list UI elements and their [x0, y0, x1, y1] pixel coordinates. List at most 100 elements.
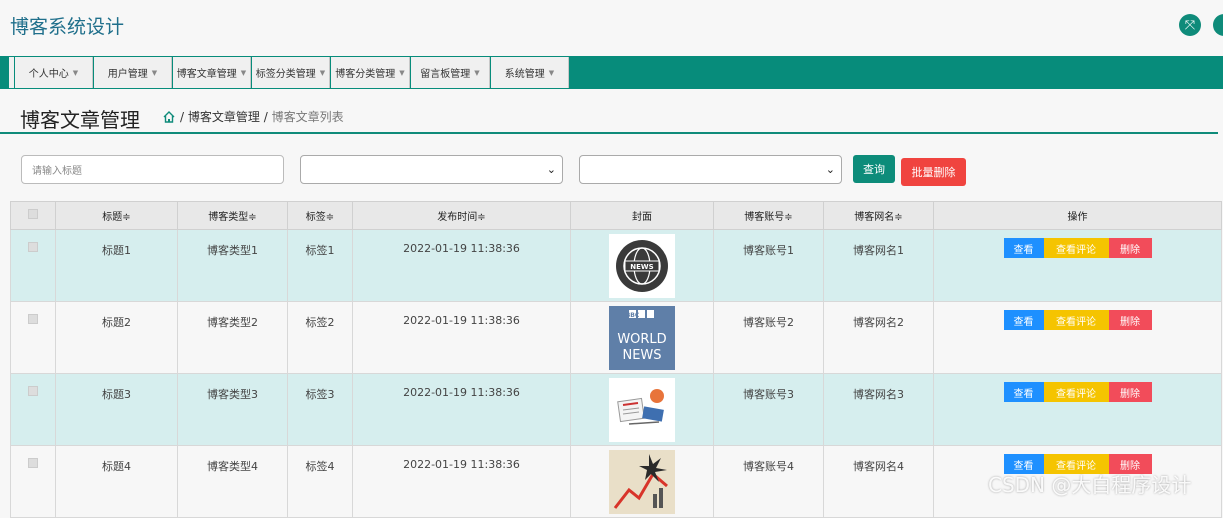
news-globe-icon[interactable]: NEWS — [609, 234, 675, 298]
nav-label: 个人中心 — [28, 69, 69, 80]
row-checkbox[interactable] — [28, 242, 38, 252]
chevron-down-icon: ▼ — [474, 68, 480, 77]
row-checkbox-cell — [10, 445, 56, 518]
chevron-down-icon: ▼ — [319, 68, 326, 77]
title-cell: 标题1 — [55, 229, 178, 302]
view-button[interactable]: 查看 — [1003, 310, 1044, 330]
col-header-nickname[interactable]: 博客网名≑ — [823, 201, 934, 230]
app-header: 博客系统设计 ⤧ — [0, 0, 1223, 56]
col-header-title[interactable]: 标题≑ — [55, 201, 178, 230]
view-comments-button[interactable]: 查看评论 — [1043, 382, 1109, 402]
row-checkbox[interactable] — [28, 458, 38, 468]
cover-cell: BBC WORLD NEWS — [570, 301, 714, 374]
col-header-account[interactable]: 博客账号≑ — [713, 201, 824, 230]
row-checkbox-cell — [10, 229, 56, 302]
nav-label: 博客文章管理 — [176, 69, 237, 80]
breadcrumb-separator: / — [180, 109, 185, 124]
actions-cell: 查看 查看评论 删除 — [933, 301, 1222, 374]
delete-button[interactable]: 删除 — [1108, 238, 1152, 258]
chevron-down-icon: ▼ — [240, 68, 247, 77]
view-comments-button[interactable]: 查看评论 — [1043, 238, 1109, 258]
breadcrumb-section[interactable]: 博客文章管理 — [188, 108, 260, 125]
col-header-tag[interactable]: 标签≑ — [287, 201, 353, 230]
nav-item-article-management[interactable]: 博客文章管理 ▼ — [173, 57, 251, 88]
row-checkbox[interactable] — [28, 386, 38, 396]
query-button[interactable]: 查询 — [853, 155, 895, 183]
cover-cell — [570, 373, 714, 446]
col-header-label: 博客账号 — [744, 212, 785, 223]
publish-time-cell: 2022-01-19 11:38:36 — [352, 373, 571, 446]
account-cell: 博客账号3 — [713, 373, 824, 446]
delete-button[interactable]: 删除 — [1108, 310, 1152, 330]
nav-item-blog-category-management[interactable]: 博客分类管理 ▼ — [331, 57, 410, 88]
nav-item-message-board[interactable]: 留言板管理 ▼ — [411, 57, 490, 88]
publish-time-cell: 2022-01-19 11:38:36 — [352, 229, 571, 302]
nav-label: 博客分类管理 — [335, 69, 396, 80]
table-row: 标题1 博客类型1 标签1 2022-01-19 11:38:36 NEWS 博… — [10, 229, 1222, 302]
actions-cell: 查看 查看评论 删除 — [933, 373, 1222, 446]
nav-lead-edge — [9, 57, 14, 88]
type-cell: 博客类型1 — [177, 229, 288, 302]
col-header-label: 封面 — [632, 212, 652, 223]
svg-text:NEWS: NEWS — [622, 348, 661, 363]
title-divider — [0, 132, 1218, 134]
nav-label: 用户管理 — [107, 69, 148, 80]
nav-label: 标签分类管理 — [255, 69, 316, 80]
actions-cell: 查看 查看评论 删除 — [933, 229, 1222, 302]
col-header-label: 操作 — [1067, 212, 1088, 223]
home-icon[interactable] — [162, 110, 176, 124]
user-menu-icon[interactable] — [1213, 14, 1223, 36]
batch-delete-button[interactable]: 批量删除 — [901, 158, 966, 186]
sort-icon: ≑ — [122, 212, 131, 223]
chevron-down-icon: ▼ — [399, 68, 405, 77]
nickname-cell: 博客网名4 — [823, 445, 934, 518]
bbc-world-news-image[interactable]: BBC WORLD NEWS — [609, 306, 675, 370]
nav-item-personal-center[interactable]: 个人中心 ▼ — [15, 57, 93, 88]
table-row: 标题2 博客类型2 标签2 2022-01-19 11:38:36 BBC WO… — [10, 301, 1222, 374]
col-header-label: 标题 — [102, 212, 123, 223]
view-button[interactable]: 查看 — [1003, 238, 1044, 258]
sort-icon: ≑ — [784, 212, 793, 223]
type-cell: 博客类型4 — [177, 445, 288, 518]
col-header-cover: 封面 — [570, 201, 714, 230]
col-header-actions: 操作 — [933, 201, 1222, 230]
svg-text:BBC: BBC — [626, 312, 640, 319]
delete-button[interactable]: 删除 — [1108, 382, 1152, 402]
fullscreen-icon[interactable]: ⤧ — [1179, 14, 1201, 36]
row-checkbox-cell — [10, 301, 56, 374]
blog-type-select[interactable]: ⌄ — [300, 155, 563, 184]
tag-select[interactable]: ⌄ — [579, 155, 842, 184]
title-cell: 标题3 — [55, 373, 178, 446]
row-checkbox[interactable] — [28, 314, 38, 324]
nav-item-user-management[interactable]: 用户管理 ▼ — [94, 57, 172, 88]
nickname-cell: 博客网名3 — [823, 373, 934, 446]
title-cell: 标题2 — [55, 301, 178, 374]
nickname-cell: 博客网名1 — [823, 229, 934, 302]
chevron-down-icon: ⌄ — [825, 163, 835, 176]
tag-cell: 标签3 — [287, 373, 353, 446]
breadcrumb: / 博客文章管理 / 博客文章列表 — [162, 108, 344, 125]
col-header-publish-time[interactable]: 发布时间≑ — [352, 201, 571, 230]
publish-time-cell: 2022-01-19 11:38:36 — [352, 301, 571, 374]
col-header-label: 标签 — [305, 212, 326, 223]
svg-text:NEWS: NEWS — [630, 263, 653, 271]
breadcrumb-separator: / — [263, 109, 268, 124]
tag-cell: 标签1 — [287, 229, 353, 302]
table-header-row: 标题≑ 博客类型≑ 标签≑ 发布时间≑ 封面 博客账号≑ 博客网名≑ 操作 — [10, 201, 1222, 230]
type-cell: 博客类型3 — [177, 373, 288, 446]
sort-icon: ≑ — [477, 212, 486, 223]
account-cell: 博客账号2 — [713, 301, 824, 374]
nav-item-tag-category-management[interactable]: 标签分类管理 ▼ — [252, 57, 330, 88]
title-search-input[interactable]: 请输入标题 — [21, 155, 284, 184]
nav-item-system-management[interactable]: 系统管理 ▼ — [491, 57, 569, 88]
view-comments-button[interactable]: 查看评论 — [1043, 310, 1109, 330]
select-all-checkbox[interactable] — [28, 209, 38, 219]
sort-icon: ≑ — [325, 212, 335, 223]
newspaper-illustration-image[interactable] — [609, 378, 675, 442]
chevron-down-icon: ⌄ — [546, 163, 556, 176]
col-header-type[interactable]: 博客类型≑ — [177, 201, 288, 230]
chart-illustration-image[interactable] — [609, 450, 675, 514]
view-button[interactable]: 查看 — [1003, 382, 1044, 402]
cover-cell: NEWS — [570, 229, 714, 302]
col-header-label: 博客网名 — [854, 212, 895, 223]
